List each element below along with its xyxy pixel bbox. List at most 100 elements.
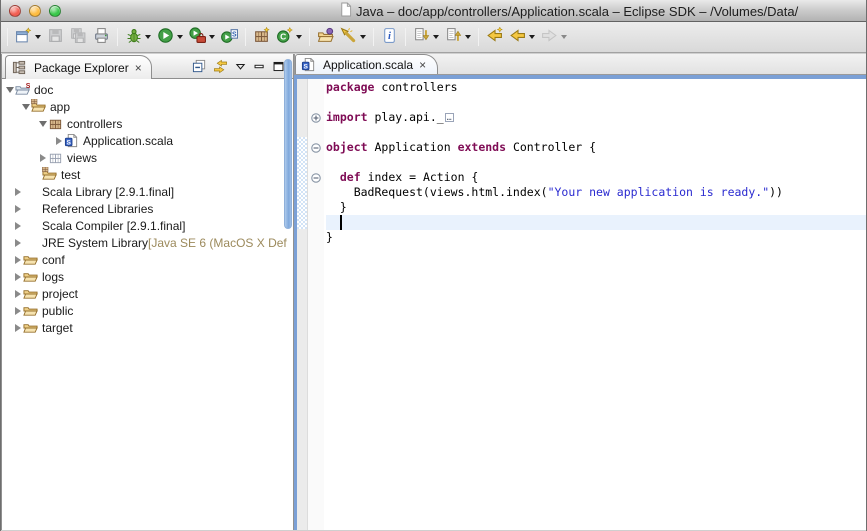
tree-item-label: controllers (67, 117, 122, 131)
minimize-window-button[interactable] (29, 5, 41, 17)
code-line-1: package controllers (326, 80, 866, 95)
dropdown-arrow-icon[interactable] (209, 35, 215, 39)
tree-item-public[interactable]: public (2, 302, 293, 319)
expander-right-icon[interactable] (12, 324, 23, 332)
tree-item-views[interactable]: views (2, 149, 293, 166)
keyword-token: import (326, 110, 368, 124)
expander-down-icon[interactable] (4, 87, 15, 93)
folder-icon (23, 269, 40, 284)
save-button (44, 25, 67, 49)
run-external-tools-button[interactable] (186, 25, 218, 49)
tree-item-label: JRE System Library (42, 236, 148, 250)
debug-button[interactable] (122, 25, 154, 49)
code-line-11: } (326, 230, 866, 245)
dropdown-arrow-icon[interactable] (529, 35, 535, 39)
back-button[interactable] (506, 25, 538, 49)
close-icon[interactable]: × (418, 59, 427, 71)
expander-down-icon[interactable] (37, 121, 48, 127)
code-editor[interactable]: package controllersimport play.api._…obj… (324, 79, 866, 530)
editor-tab-label: Application.scala (323, 58, 413, 72)
tree-item-target[interactable]: target (2, 319, 293, 336)
expander-right-icon[interactable] (12, 307, 23, 315)
dropdown-arrow-icon[interactable] (360, 35, 366, 39)
keyword-token: extends (458, 140, 506, 154)
last-edit-location-button[interactable] (483, 25, 506, 49)
tree-item-doc[interactable]: Sdoc (2, 81, 293, 98)
tree-item-scala-compiler-2-9-1-final[interactable]: Scala Compiler [2.9.1.final] (2, 217, 293, 234)
window-title: Java – doc/app/controllers/Application.s… (356, 4, 798, 19)
toolbar-separator (245, 28, 246, 46)
new-wizard-button[interactable] (12, 25, 44, 49)
code-line-6 (326, 155, 866, 170)
dropdown-arrow-icon[interactable] (465, 35, 471, 39)
workbench: Package Explorer × SdocappcontrollersSAp… (1, 53, 866, 530)
folding-ruler[interactable] (308, 79, 324, 530)
link-with-editor-button[interactable] (213, 59, 228, 74)
dropdown-arrow-icon[interactable] (35, 35, 41, 39)
open-type-button[interactable] (314, 25, 337, 49)
tree-item-logs[interactable]: logs (2, 268, 293, 285)
scala-project-icon: S (15, 82, 32, 97)
new-java-package-button[interactable] (250, 25, 273, 49)
tab-application-scala[interactable]: S Application.scala × (295, 54, 438, 74)
zoom-window-button[interactable] (49, 5, 61, 17)
expander-down-icon[interactable] (20, 104, 31, 110)
tree-item-label: Referenced Libraries (42, 202, 153, 216)
folded-region-indicator[interactable]: … (445, 113, 454, 122)
expander-right-icon[interactable] (12, 188, 23, 196)
search-button[interactable] (337, 25, 369, 49)
dropdown-arrow-icon[interactable] (433, 35, 439, 39)
expander-right-icon[interactable] (12, 290, 23, 298)
info-icon: i (381, 27, 398, 47)
minimize-view-button[interactable] (253, 60, 266, 73)
expander-right-icon[interactable] (12, 222, 23, 230)
search-icon (340, 27, 357, 47)
expander-right-icon[interactable] (37, 154, 48, 162)
tree-item-scala-library-2-9-1-final[interactable]: Scala Library [2.9.1.final] (2, 183, 293, 200)
code-line-4 (326, 125, 866, 140)
tree-item-referenced-libraries[interactable]: Referenced Libraries (2, 200, 293, 217)
code-line-8: BadRequest(views.html.index("Your new ap… (326, 185, 866, 200)
toolbar-separator (478, 28, 479, 46)
annotation-ruler[interactable] (297, 79, 308, 530)
fold-collapse-icon[interactable] (311, 172, 321, 186)
tree-item-jre-system-library[interactable]: JRE System Library [Java SE 6 (MacOS X D… (2, 234, 293, 251)
tree-item-app[interactable]: app (2, 98, 293, 115)
expander-right-icon[interactable] (12, 273, 23, 281)
code-token: Application (368, 140, 458, 154)
toggle-mark-occurrences-button[interactable]: i (378, 25, 401, 49)
tree-scrollbar-thumb[interactable] (284, 59, 292, 229)
previous-annotation-button[interactable] (442, 25, 474, 49)
tree-item-controllers[interactable]: controllers (2, 115, 293, 132)
print-button[interactable] (90, 25, 113, 49)
fold-collapse-icon[interactable] (311, 142, 321, 156)
fold-expand-icon[interactable] (311, 112, 321, 126)
forward-button (538, 25, 570, 49)
view-menu-button[interactable] (234, 60, 247, 73)
editor-main: package controllersimport play.api._…obj… (294, 79, 866, 530)
expander-right-icon[interactable] (12, 239, 23, 247)
expander-right-icon[interactable] (12, 256, 23, 264)
tree-item-application-scala[interactable]: SApplication.scala (2, 132, 293, 149)
collapse-all-button[interactable] (192, 59, 207, 74)
scala-file-icon: S (301, 57, 318, 72)
run-button[interactable] (154, 25, 186, 49)
close-icon[interactable]: × (134, 62, 143, 74)
next-annotation-button[interactable] (410, 25, 442, 49)
dropdown-arrow-icon[interactable] (145, 35, 151, 39)
tree-item-test[interactable]: test (2, 166, 293, 183)
dropdown-arrow-icon[interactable] (561, 35, 567, 39)
code-line-7: def index = Action { (326, 170, 866, 185)
tree-item-label: test (61, 168, 80, 182)
tab-package-explorer[interactable]: Package Explorer × (5, 55, 152, 79)
expander-right-icon[interactable] (53, 137, 64, 145)
run-scala-application-button[interactable]: S (218, 25, 241, 49)
new-java-class-button[interactable]: C (273, 25, 305, 49)
expander-right-icon[interactable] (12, 205, 23, 213)
code-line-5: object Application extends Controller { (326, 140, 866, 155)
close-window-button[interactable] (9, 5, 21, 17)
dropdown-arrow-icon[interactable] (296, 35, 302, 39)
tree-item-conf[interactable]: conf (2, 251, 293, 268)
tree-item-project[interactable]: project (2, 285, 293, 302)
dropdown-arrow-icon[interactable] (177, 35, 183, 39)
